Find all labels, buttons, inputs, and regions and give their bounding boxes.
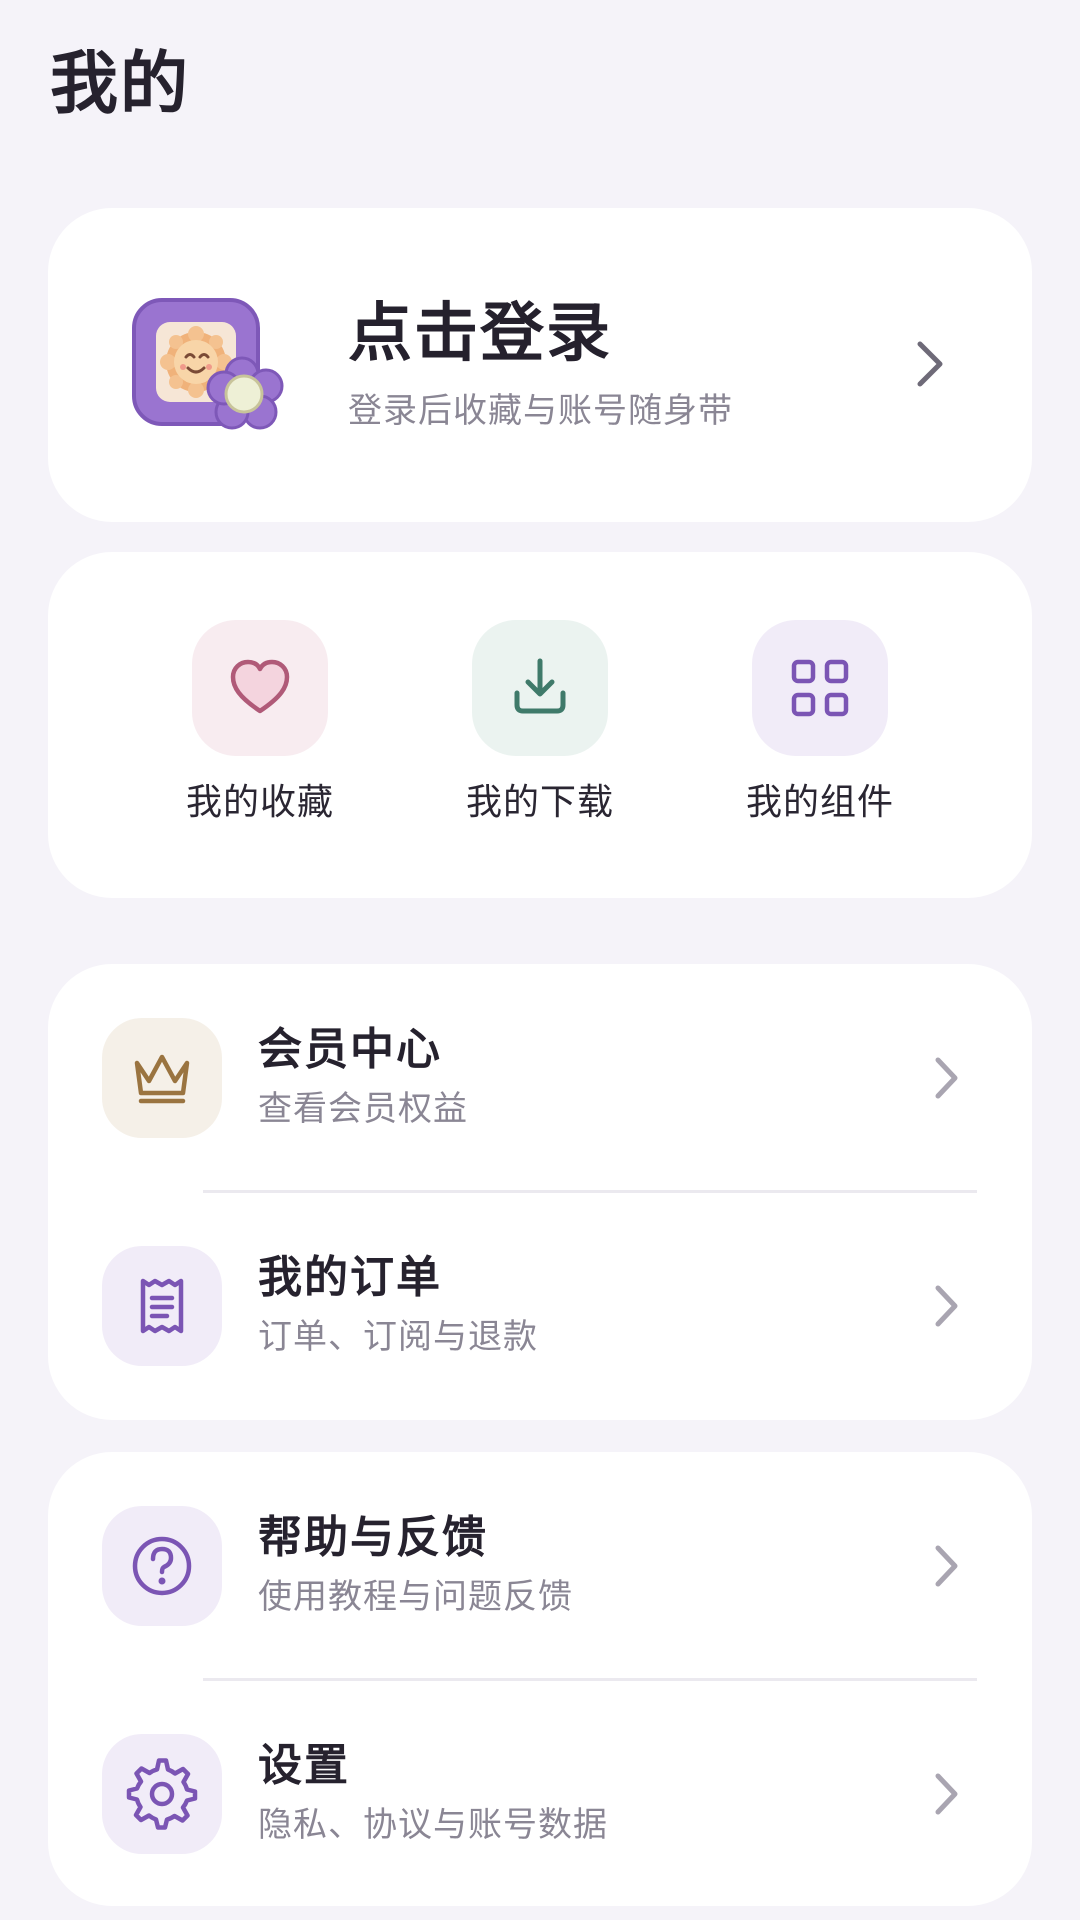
photo-frame-sun-flower-icon — [130, 294, 298, 434]
menu-item-settings[interactable]: 设置 隐私、协议与账号数据 — [48, 1680, 1032, 1908]
chevron-right-icon — [910, 334, 950, 394]
chevron-right-icon — [928, 1278, 964, 1334]
membership-subtitle: 查看会员权益 — [258, 1089, 468, 1129]
chevron-right-icon — [928, 1538, 964, 1594]
gear-icon — [102, 1734, 222, 1854]
downloads-label: 我的下载 — [465, 782, 614, 823]
widgets-tile — [752, 620, 888, 756]
page-title: 我的 — [50, 45, 191, 124]
login-title[interactable]: 点击登录 — [348, 294, 612, 374]
orders-title: 我的订单 — [258, 1252, 442, 1303]
widgets-button[interactable]: 我的组件 — [720, 620, 920, 828]
menu-item-orders[interactable]: 我的订单 订单、订阅与退款 — [48, 1192, 1032, 1420]
chevron-right-icon — [928, 1766, 964, 1822]
menu-item-membership[interactable]: 会员中心 查看会员权益 — [48, 964, 1032, 1192]
quick-actions-card: 我的收藏 我的下载 我的组件 — [48, 552, 1032, 898]
login-card[interactable]: 点击登录 登录后收藏与账号随身带 — [48, 208, 1032, 522]
chevron-right-icon — [928, 1050, 964, 1106]
download-icon — [514, 658, 566, 714]
settings-subtitle: 隐私、协议与账号数据 — [258, 1805, 608, 1845]
help-subtitle: 使用教程与问题反馈 — [258, 1577, 573, 1617]
login-subtitle: 登录后收藏与账号随身带 — [348, 391, 733, 431]
help-title: 帮助与反馈 — [258, 1512, 488, 1563]
heart-icon — [230, 659, 290, 714]
membership-title: 会员中心 — [258, 1024, 442, 1075]
question-icon — [102, 1506, 222, 1626]
orders-subtitle: 订单、订阅与退款 — [258, 1317, 538, 1357]
downloads-tile — [472, 620, 608, 756]
grid-icon — [791, 659, 849, 717]
menu-group-membership: 会员中心 查看会员权益 我的订单 订单、订阅与退款 — [48, 964, 1032, 1420]
favorites-label: 我的收藏 — [185, 782, 334, 823]
receipt-icon — [102, 1246, 222, 1366]
downloads-button[interactable]: 我的下载 — [440, 620, 640, 828]
crown-icon — [102, 1018, 222, 1138]
menu-item-help[interactable]: 帮助与反馈 使用教程与问题反馈 — [48, 1452, 1032, 1680]
settings-title: 设置 — [258, 1740, 350, 1791]
widgets-label: 我的组件 — [745, 782, 894, 823]
favorites-tile — [192, 620, 328, 756]
menu-group-support: 帮助与反馈 使用教程与问题反馈 设置 隐私、协议与账号数据 — [48, 1452, 1032, 1906]
favorites-button[interactable]: 我的收藏 — [160, 620, 360, 828]
